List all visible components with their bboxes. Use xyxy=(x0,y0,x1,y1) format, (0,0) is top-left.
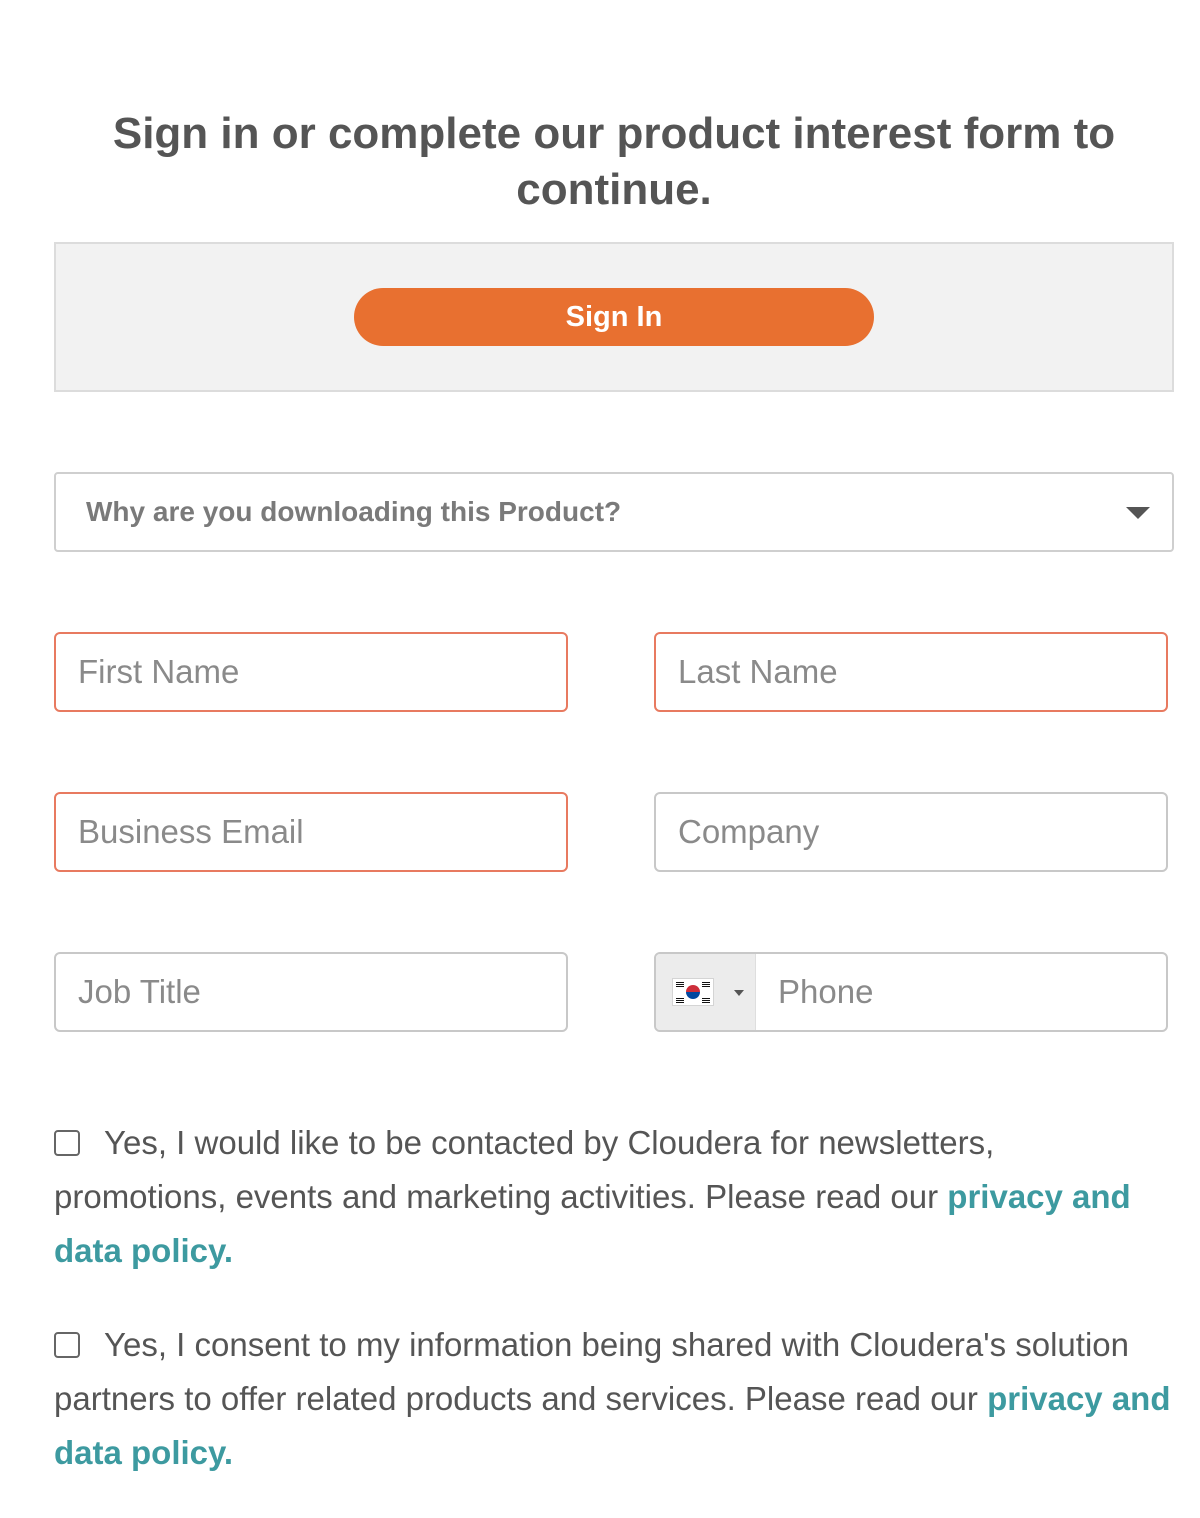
partner-consent-text: Yes, I consent to my information being s… xyxy=(54,1326,1129,1417)
south-korea-flag-icon xyxy=(672,978,714,1006)
marketing-consent: Yes, I would like to be contacted by Clo… xyxy=(54,1116,1174,1278)
business-email-field xyxy=(54,792,568,872)
company-field xyxy=(654,792,1168,872)
business-email-input[interactable] xyxy=(56,794,566,870)
first-name-input[interactable] xyxy=(56,634,566,710)
download-reason-select[interactable]: Why are you downloading this Product? xyxy=(54,472,1174,552)
chevron-down-icon xyxy=(1126,507,1150,519)
last-name-field xyxy=(654,632,1168,712)
download-reason-selected-value: Why are you downloading this Product? xyxy=(86,496,622,527)
phone-input[interactable] xyxy=(756,954,1166,1030)
country-code-select[interactable] xyxy=(656,954,756,1030)
signin-panel: Sign In xyxy=(54,242,1174,392)
page-title: Sign in or complete our product interest… xyxy=(112,109,1116,214)
last-name-input[interactable] xyxy=(656,634,1166,710)
phone-field xyxy=(654,952,1168,1032)
job-title-field xyxy=(54,952,568,1032)
marketing-consent-text: Yes, I would like to be contacted by Clo… xyxy=(54,1124,995,1215)
product-interest-page: Sign in or complete our product interest… xyxy=(0,0,1200,1518)
partner-consent-checkbox[interactable] xyxy=(54,1332,80,1358)
first-name-field xyxy=(54,632,568,712)
caret-down-icon xyxy=(734,990,744,996)
company-input[interactable] xyxy=(656,794,1166,870)
sign-in-button[interactable]: Sign In xyxy=(354,288,874,346)
partner-consent: Yes, I consent to my information being s… xyxy=(54,1318,1174,1480)
job-title-input[interactable] xyxy=(56,954,566,1030)
marketing-consent-checkbox[interactable] xyxy=(54,1130,80,1156)
